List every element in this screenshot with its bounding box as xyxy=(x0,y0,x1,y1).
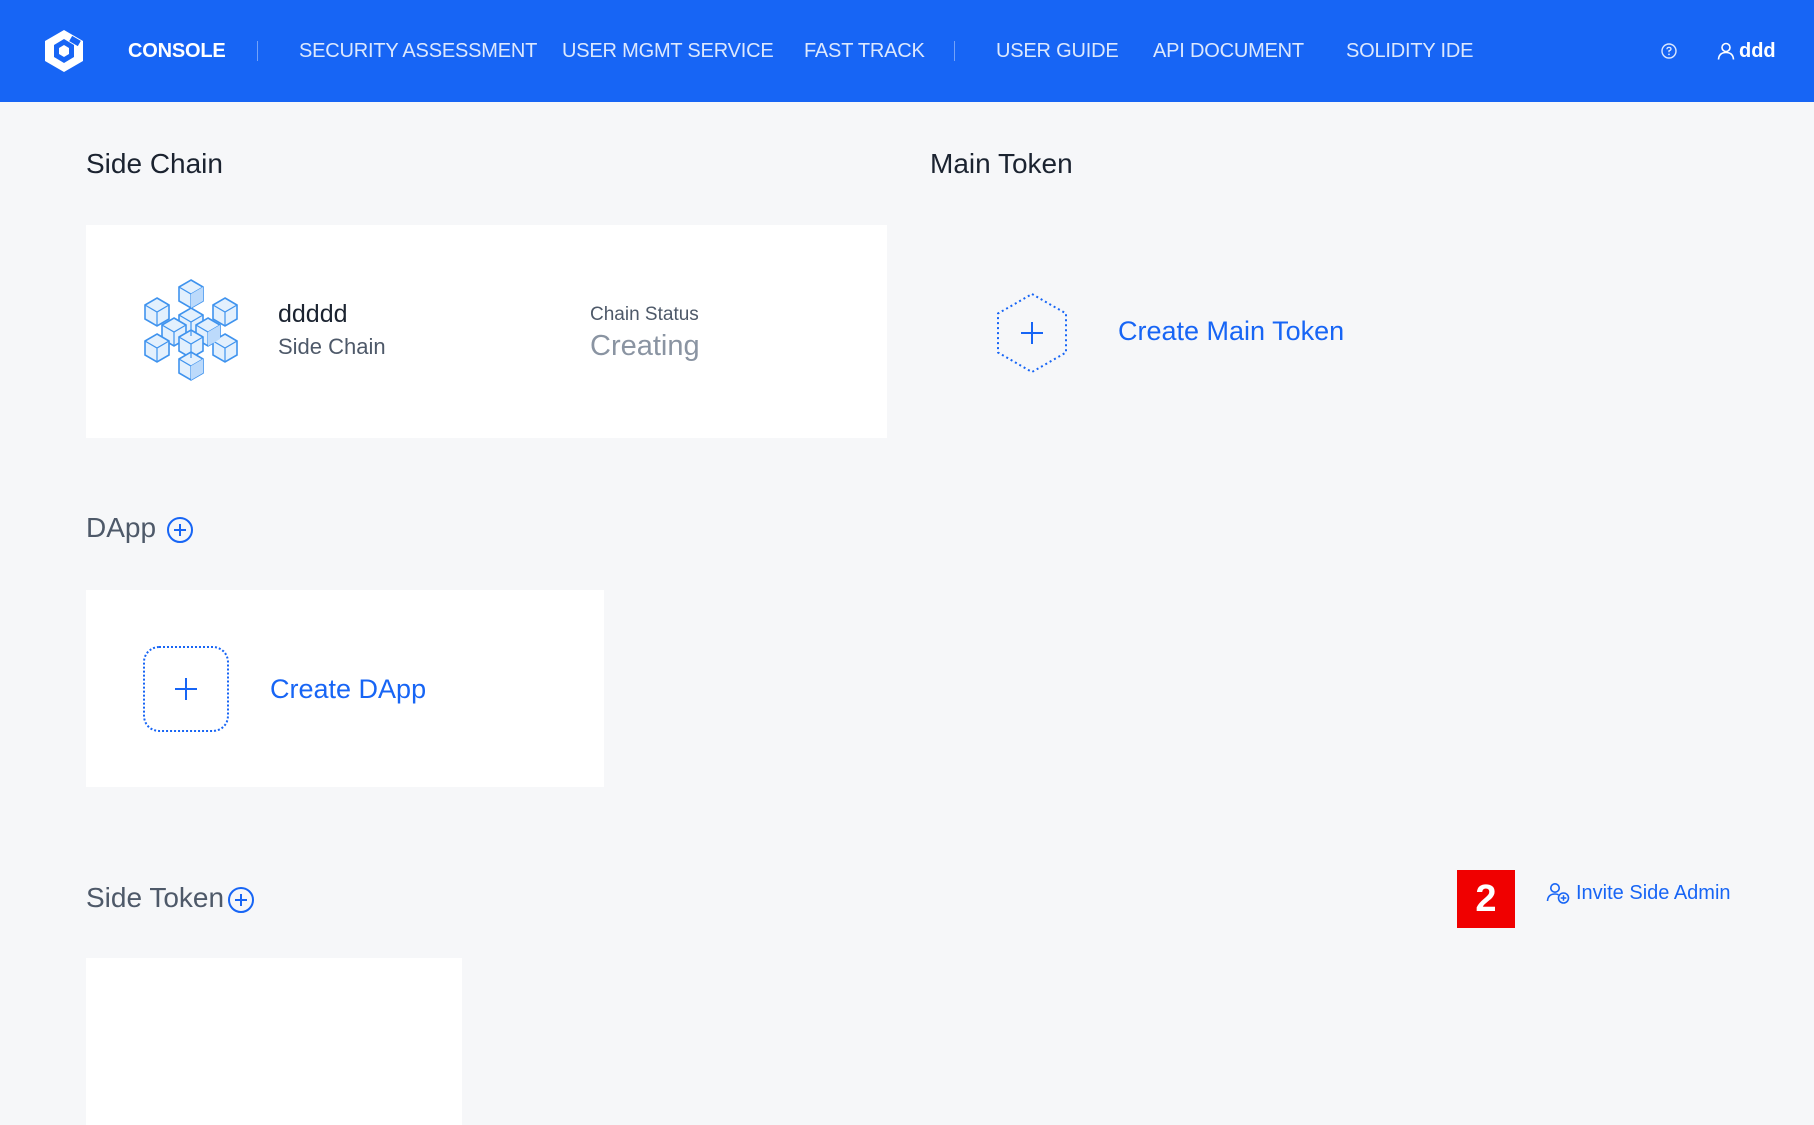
nav-user-guide[interactable]: USER GUIDE xyxy=(996,38,1119,64)
cube-cluster-icon xyxy=(144,279,238,381)
nav-divider xyxy=(954,41,955,61)
annotation-marker: 2 xyxy=(1457,870,1515,928)
nav-divider xyxy=(257,41,258,61)
side-chain-title: Side Chain xyxy=(86,148,223,179)
add-dapp-icon[interactable] xyxy=(166,516,194,544)
chain-status-label: Chain Status xyxy=(590,304,699,325)
chain-status-value: Creating xyxy=(590,330,700,362)
user-icon xyxy=(1717,42,1735,60)
nav-api-document[interactable]: API DOCUMENT xyxy=(1153,38,1304,64)
dapp-title: DApp xyxy=(86,512,157,543)
chain-type-label: Side Chain xyxy=(278,334,386,359)
side-token-title: Side Token xyxy=(86,882,225,913)
nav-fast-track[interactable]: FAST TRACK xyxy=(804,38,925,64)
logo-icon[interactable] xyxy=(42,28,86,74)
user-menu[interactable]: ddd xyxy=(1716,38,1776,64)
plus-square-icon[interactable] xyxy=(143,646,229,732)
nav-security-assessment[interactable]: SECURITY ASSESSMENT xyxy=(299,38,537,64)
top-navigation-bar: CONSOLE SECURITY ASSESSMENT USER MGMT SE… xyxy=(0,0,1814,102)
username: ddd xyxy=(1739,39,1776,62)
add-side-token-icon[interactable] xyxy=(227,886,255,914)
nav-solidity-ide[interactable]: SOLIDITY IDE xyxy=(1346,38,1473,64)
hexagon-plus-icon[interactable] xyxy=(996,292,1068,374)
invite-side-admin-label: Invite Side Admin xyxy=(1576,881,1731,904)
invite-side-admin-link[interactable]: Invite Side Admin xyxy=(1546,878,1731,908)
chain-name: ddddd xyxy=(278,300,348,328)
nav-console[interactable]: CONSOLE xyxy=(128,38,226,64)
main-token-title: Main Token xyxy=(930,148,1073,179)
side-token-card xyxy=(86,958,462,1125)
nav-user-mgmt-service[interactable]: USER MGMT SERVICE xyxy=(562,38,774,64)
user-add-icon xyxy=(1546,883,1570,904)
question-circle-icon[interactable] xyxy=(1660,42,1678,60)
create-dapp-link[interactable]: Create DApp xyxy=(270,674,426,705)
create-main-token-link[interactable]: Create Main Token xyxy=(1118,316,1344,347)
